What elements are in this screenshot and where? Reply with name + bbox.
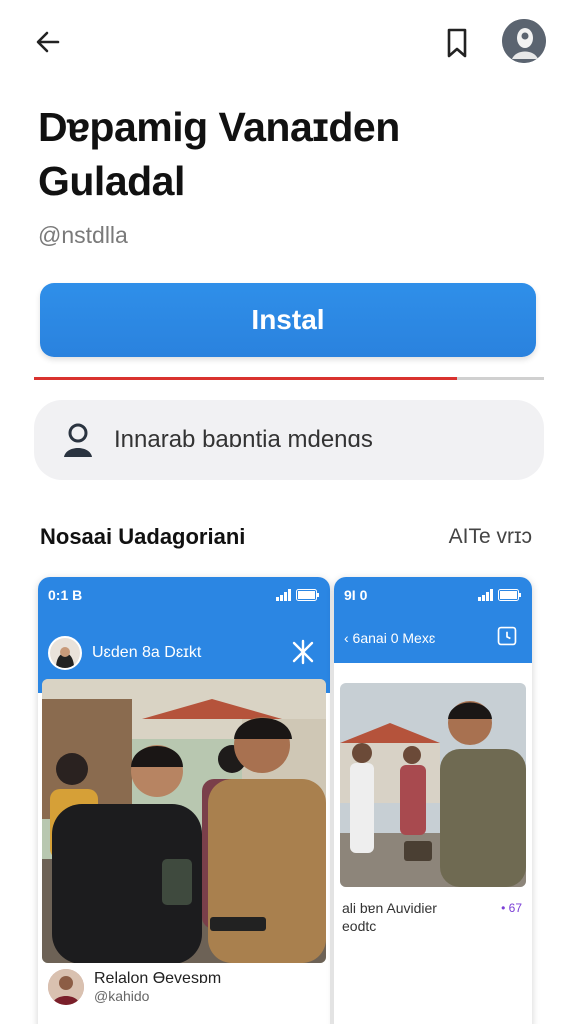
post-author-name: Relalon Ɵevesɒm (94, 970, 222, 987)
screenshot-2[interactable]: 9I 0 ‹ 6anai 0 Mexɛ ali bɐn Auvidier eod… (334, 577, 532, 1024)
signal-icon (276, 589, 291, 601)
top-bar (0, 0, 576, 84)
install-progress-bar (34, 377, 544, 380)
info-text: Innarab baɒntia mdenɑs (114, 426, 373, 453)
clock-icon[interactable] (496, 625, 518, 647)
bookmark-button[interactable] (436, 22, 478, 64)
post-caption: ali bɐn Auvidier eodtc • 67 (334, 887, 532, 935)
village-photo (340, 683, 526, 887)
status-icons (276, 589, 320, 601)
bookmark-icon (447, 28, 467, 58)
see-all-link[interactable]: AITe vrɪɔ (449, 525, 532, 549)
battery-icon (296, 589, 319, 601)
status-time: 0:1 B (48, 587, 83, 603)
profile-avatar[interactable] (502, 19, 546, 63)
info-card[interactable]: Innarab baɒntia mdenɑs (34, 400, 544, 480)
appbar-title: ‹ 6anai 0 Mexɛ (344, 630, 436, 646)
caption-line-1: ali bɐn Auvidier (342, 900, 437, 916)
section-title: Nosaai Uadagoriani (40, 524, 246, 549)
people-photo (42, 679, 326, 963)
status-icons (478, 589, 522, 601)
author-avatar (48, 969, 84, 1005)
post-author-row[interactable]: Relalon Ɵevesɒm @kahido (38, 963, 330, 1011)
app-bar: ‹ 6anai 0 Mexɛ (334, 613, 532, 663)
back-arrow-icon (36, 31, 60, 53)
status-bar: 9I 0 (334, 577, 532, 613)
post-photo[interactable] (340, 683, 526, 887)
battery-icon (498, 589, 521, 601)
install-progress-fill (34, 377, 458, 380)
app-title: Dɐpamig Vanaɪden Guladal (38, 104, 400, 204)
developer-name[interactable]: @nstdlla (38, 222, 128, 249)
screenshot-1[interactable]: 0:1 B Uɛden 8a Dɛɪkt Relalon Ɵevesɒm @ka… (38, 577, 330, 1024)
profile-avatar-icon (502, 19, 546, 63)
post-author-handle: @kahido (94, 988, 150, 1004)
contact-avatar (48, 636, 82, 670)
signal-icon (478, 589, 493, 601)
caption-line-2: eodtc (342, 918, 377, 934)
post-photo[interactable] (42, 679, 326, 963)
screenshots-section-header: Nosaai Uadagoriani AITe vrɪɔ (40, 520, 532, 554)
author-avatar-icon (48, 969, 84, 1005)
person-icon (64, 423, 92, 457)
close-icon[interactable] (290, 639, 316, 665)
caption-tag: • 67 (501, 901, 522, 915)
install-button[interactable]: Instal (40, 283, 536, 357)
back-button[interactable] (28, 24, 68, 60)
status-bar: 0:1 B (38, 577, 330, 613)
woman-avatar-icon (50, 638, 80, 668)
status-time: 9I 0 (344, 587, 368, 603)
appbar-title: Uɛden 8a Dɛɪkt (92, 644, 202, 661)
